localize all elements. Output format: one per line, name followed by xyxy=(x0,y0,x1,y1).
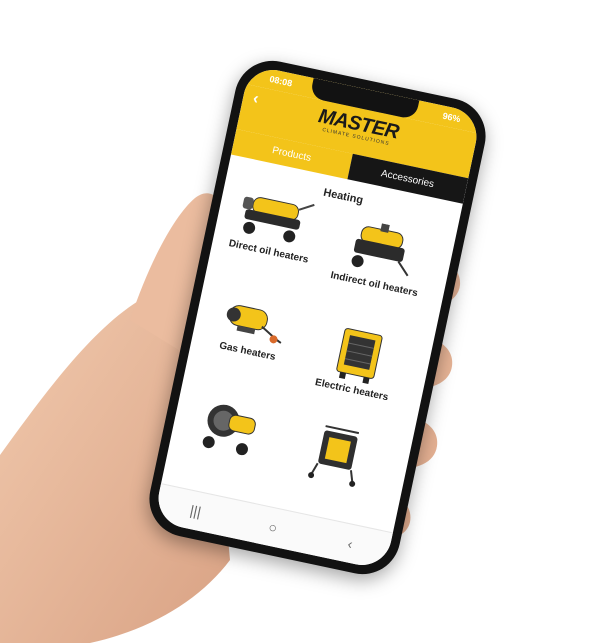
home-icon[interactable]: ○ xyxy=(252,515,294,539)
fan-heater-icon xyxy=(308,425,360,487)
recent-apps-icon[interactable]: ||| xyxy=(174,499,216,523)
electric-heater-icon xyxy=(336,328,383,385)
status-battery: 96% xyxy=(441,110,462,125)
product-indirect-oil-heaters[interactable]: Indirect oil heaters xyxy=(319,213,441,302)
product-radiant-heater[interactable] xyxy=(171,388,291,468)
product-electric-heaters[interactable]: Electric heaters xyxy=(297,317,419,408)
scene: 08:08 96% ‹ MASTER CLIMATE SOLUTIONS Pro… xyxy=(0,0,609,643)
status-time: 08:08 xyxy=(268,73,294,89)
product-fan-heater[interactable] xyxy=(277,414,397,498)
radiant-heater-icon xyxy=(202,404,256,456)
product-gas-heaters[interactable]: Gas heaters xyxy=(192,290,312,369)
back-arrow-icon[interactable]: ‹ xyxy=(251,90,260,109)
back-icon[interactable]: ‹ xyxy=(329,532,371,556)
